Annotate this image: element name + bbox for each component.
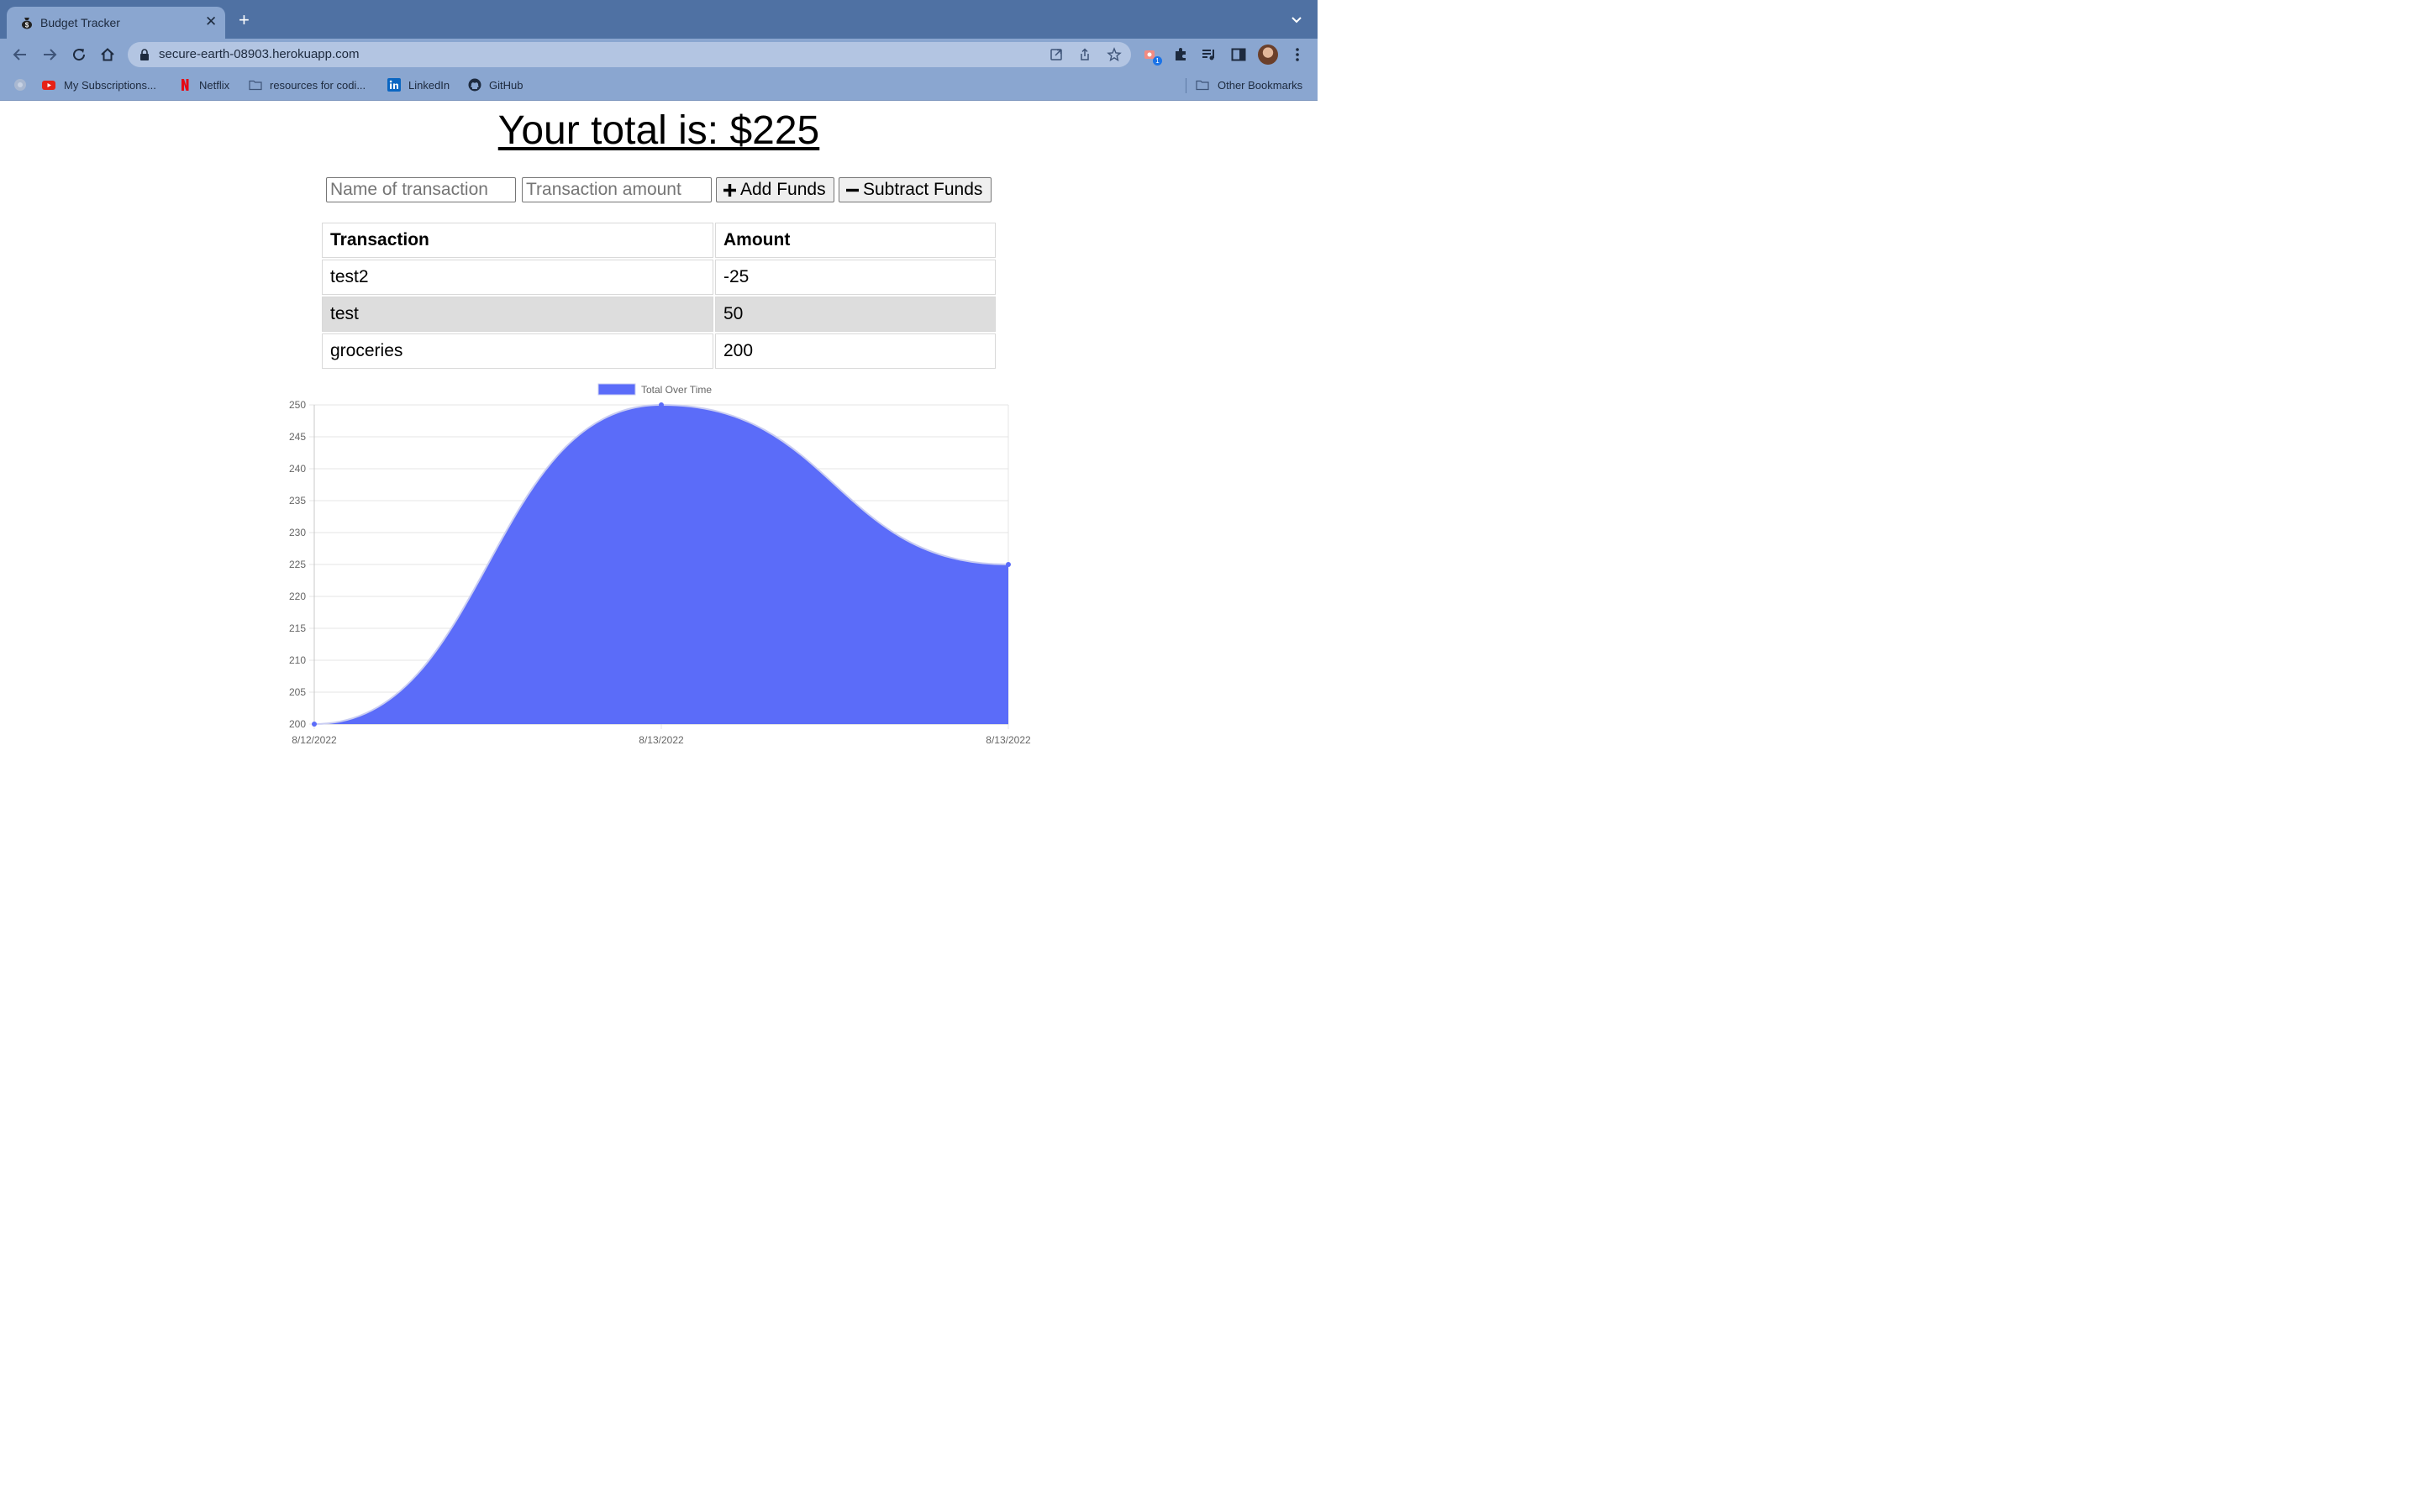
y-tick-label: 220: [289, 591, 306, 602]
netflix-icon: [182, 79, 189, 91]
transactions-table: Transaction Amount test2 -25 test 50 gro…: [320, 221, 997, 370]
youtube-icon: [42, 81, 55, 90]
data-point: [1006, 562, 1011, 567]
bookmark-linkedin[interactable]: LinkedIn: [408, 79, 450, 92]
tab-close-icon[interactable]: ✕: [205, 14, 217, 29]
new-tab-icon[interactable]: +: [239, 11, 250, 29]
bookmark-star-icon[interactable]: [1107, 47, 1122, 62]
money-bag-icon: $: [22, 18, 32, 29]
transaction-amount-cell: 50: [715, 297, 996, 332]
transaction-name-cell: groceries: [322, 333, 713, 369]
y-tick-label: 210: [289, 654, 306, 666]
folder-icon: [1196, 80, 1209, 91]
y-tick-label: 245: [289, 431, 306, 443]
transaction-amount-cell: 200: [715, 333, 996, 369]
y-tick-label: 205: [289, 686, 306, 698]
y-tick-label: 225: [289, 559, 306, 570]
media-playlist-icon[interactable]: [1201, 46, 1218, 63]
bookmark-my-subscriptions[interactable]: My Subscriptions...: [64, 79, 156, 92]
table-row: test2 -25: [322, 260, 996, 295]
share-icon[interactable]: [1077, 47, 1092, 62]
subtract-funds-button[interactable]: Subtract Funds: [839, 177, 992, 202]
side-panel-icon[interactable]: [1230, 46, 1247, 63]
y-tick-label: 250: [289, 399, 306, 411]
y-tick-label: 235: [289, 495, 306, 507]
forward-arrow-icon[interactable]: [41, 46, 58, 63]
bookmarks-bar: My Subscriptions... Netflix resources fo…: [0, 71, 1318, 101]
chevron-down-icon[interactable]: [1291, 14, 1302, 26]
plus-icon: [723, 183, 736, 197]
data-point: [312, 722, 317, 727]
other-bookmarks[interactable]: Other Bookmarks: [1218, 79, 1302, 92]
browser-tab-strip: $ Budget Tracker ✕ +: [0, 0, 1318, 39]
svg-text:$: $: [25, 22, 29, 29]
transaction-amount-input[interactable]: [522, 177, 712, 202]
total-over-time-chart: 200 205 210 215 220 225 230 235 240 245 250 8/12/20…: [289, 383, 1031, 746]
github-icon: [468, 78, 481, 92]
extensions-puzzle-icon[interactable]: [1172, 46, 1189, 63]
url-text: secure-earth-08903.herokuapp.com: [159, 47, 360, 61]
browser-tab[interactable]: $ Budget Tracker ✕: [7, 7, 225, 39]
more-menu-icon[interactable]: [1289, 46, 1306, 63]
open-in-new-icon[interactable]: [1049, 47, 1064, 62]
header-transaction: Transaction: [322, 223, 713, 258]
add-funds-button[interactable]: Add Funds: [716, 177, 834, 202]
address-bar[interactable]: secure-earth-08903.herokuapp.com: [128, 42, 1131, 67]
bookmark-resources-folder[interactable]: resources for codi...: [270, 79, 366, 92]
back-arrow-icon[interactable]: [12, 46, 29, 63]
transaction-amount-cell: -25: [715, 260, 996, 295]
linkedin-icon: [387, 78, 401, 92]
add-funds-label: Add Funds: [740, 180, 826, 199]
y-tick-label: 230: [289, 527, 306, 538]
extension-badge: 1: [1153, 56, 1162, 66]
table-row: test 50: [322, 297, 996, 332]
header-amount: Amount: [715, 223, 996, 258]
lock-icon: [140, 49, 149, 60]
transaction-name-input[interactable]: [326, 177, 516, 202]
profile-avatar[interactable]: [1258, 45, 1278, 65]
y-tick-label: 240: [289, 463, 306, 475]
transaction-name-cell: test: [322, 297, 713, 332]
folder-icon: [249, 80, 262, 91]
x-tick-label: 8/13/2022: [986, 734, 1031, 746]
x-tick-label: 8/12/2022: [292, 734, 337, 746]
transaction-name-cell: test2: [322, 260, 713, 295]
y-tick-label: 215: [289, 622, 306, 634]
table-row: groceries 200: [322, 333, 996, 369]
bookmark-github[interactable]: GitHub: [489, 79, 523, 92]
table-header-row: Transaction Amount: [322, 223, 996, 258]
y-tick-label: 200: [289, 718, 306, 730]
legend-label: Total Over Time: [641, 384, 712, 396]
tab-title: Budget Tracker: [40, 16, 120, 29]
total-heading: Your total is: $225: [497, 108, 820, 153]
minus-icon: [846, 188, 859, 192]
subtract-funds-label: Subtract Funds: [863, 180, 983, 199]
legend-swatch: [597, 383, 636, 396]
x-tick-label: 8/13/2022: [639, 734, 684, 746]
data-point: [659, 402, 664, 407]
bookmark-netflix[interactable]: Netflix: [199, 79, 229, 92]
browser-toolbar: secure-earth-08903.herokuapp.com 1: [0, 39, 1318, 71]
reload-icon[interactable]: [71, 46, 87, 63]
home-icon[interactable]: [99, 46, 116, 63]
apps-icon[interactable]: [13, 78, 27, 92]
